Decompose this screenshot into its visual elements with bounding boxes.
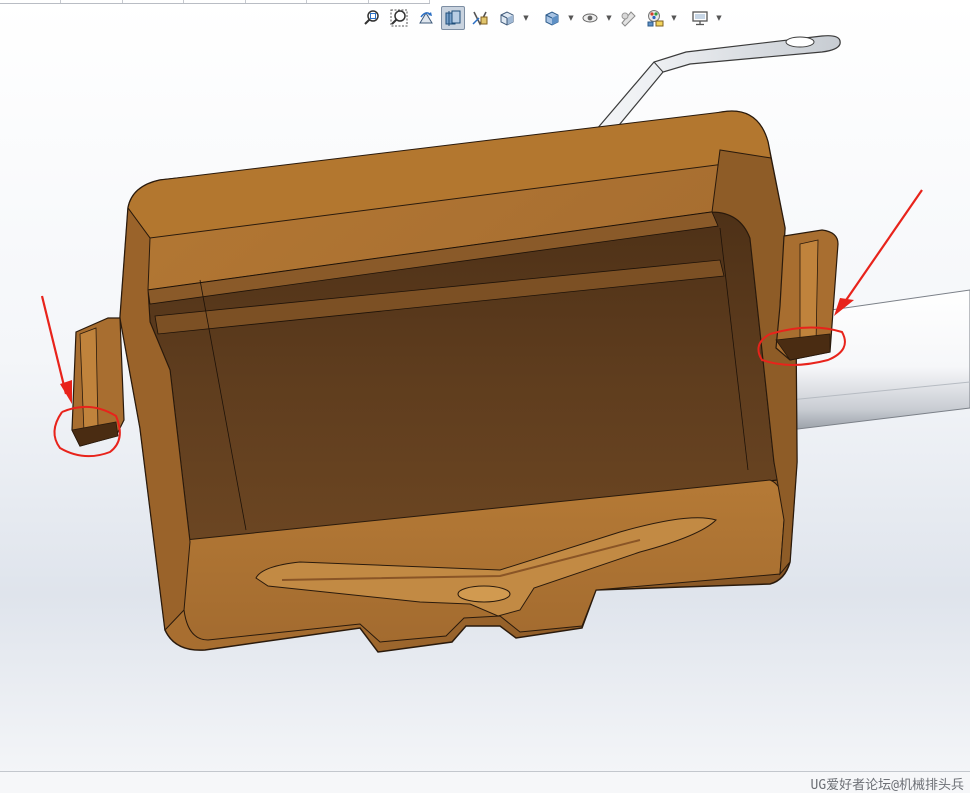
left-snap-hook xyxy=(71,317,125,447)
forum-watermark: UG爱好者论坛@机械排头兵 xyxy=(810,778,964,793)
right-snap-hook xyxy=(775,229,839,361)
left-markup-arrow xyxy=(40,295,68,395)
left-arrow-head xyxy=(60,380,72,404)
graphics-area[interactable]: ▼ ▼ ▼ ▼ ▼ UG爱好者论坛@机械排头兵 xyxy=(0,0,970,793)
status-bar: UG爱好者论坛@机械排头兵 xyxy=(0,771,970,793)
housing-part xyxy=(119,110,798,653)
model-scene xyxy=(40,35,970,653)
right-markup-arrow xyxy=(841,189,923,307)
